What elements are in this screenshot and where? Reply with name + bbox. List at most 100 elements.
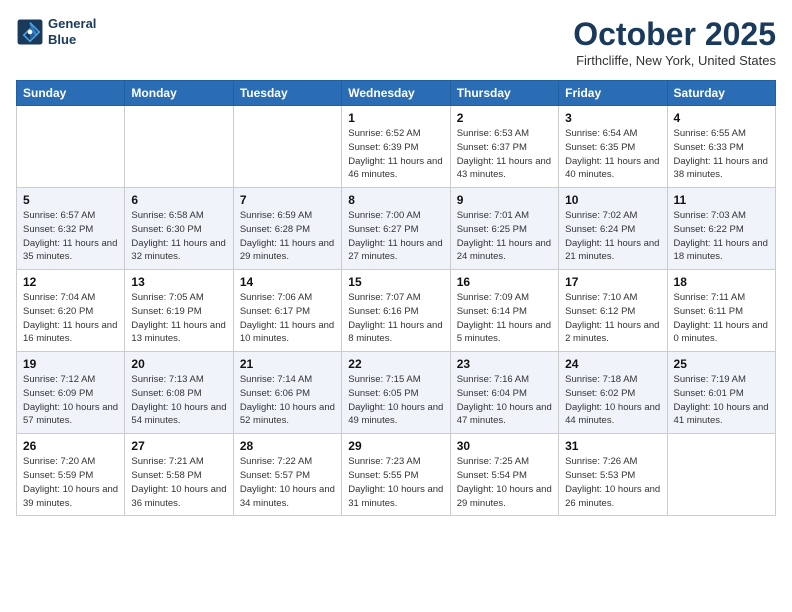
logo-icon	[16, 18, 44, 46]
day-info: Sunrise: 7:09 AMSunset: 6:14 PMDaylight:…	[457, 291, 552, 346]
weekday-header-friday: Friday	[559, 81, 667, 106]
calendar-cell: 15 Sunrise: 7:07 AMSunset: 6:16 PMDayligh…	[342, 270, 450, 352]
day-info: Sunrise: 7:03 AMSunset: 6:22 PMDaylight:…	[674, 209, 769, 264]
day-info: Sunrise: 7:04 AMSunset: 6:20 PMDaylight:…	[23, 291, 118, 346]
logo: General Blue	[16, 16, 96, 47]
title-block: October 2025 Firthcliffe, New York, Unit…	[573, 16, 776, 68]
weekday-header-monday: Monday	[125, 81, 233, 106]
calendar-cell	[233, 106, 341, 188]
day-info: Sunrise: 7:02 AMSunset: 6:24 PMDaylight:…	[565, 209, 660, 264]
day-info: Sunrise: 7:16 AMSunset: 6:04 PMDaylight:…	[457, 373, 552, 428]
day-number: 29	[348, 439, 443, 453]
month-title: October 2025	[573, 16, 776, 53]
calendar-cell: 3Sunrise: 6:54 AMSunset: 6:35 PMDaylight…	[559, 106, 667, 188]
logo-text: General Blue	[48, 16, 96, 47]
day-info: Sunrise: 7:23 AMSunset: 5:55 PMDaylight:…	[348, 455, 443, 510]
calendar-cell: 2Sunrise: 6:53 AMSunset: 6:37 PMDaylight…	[450, 106, 558, 188]
weekday-header-tuesday: Tuesday	[233, 81, 341, 106]
calendar-cell: 25 Sunrise: 7:19 AMSunset: 6:01 PMDayligh…	[667, 352, 775, 434]
day-number: 20	[131, 357, 226, 371]
day-number: 13	[131, 275, 226, 289]
day-info: Sunrise: 7:01 AMSunset: 6:25 PMDaylight:…	[457, 209, 552, 264]
weekday-header-saturday: Saturday	[667, 81, 775, 106]
calendar-cell	[667, 434, 775, 516]
day-number: 31	[565, 439, 660, 453]
day-number: 18	[674, 275, 769, 289]
calendar-cell: 20 Sunrise: 7:13 AMSunset: 6:08 PMDayligh…	[125, 352, 233, 434]
calendar-cell: 18 Sunrise: 7:11 AMSunset: 6:11 PMDayligh…	[667, 270, 775, 352]
day-number: 9	[457, 193, 552, 207]
calendar-week-row: 19Sunrise: 7:12 AMSunset: 6:09 PMDayligh…	[17, 352, 776, 434]
calendar-cell: 17Sunrise: 7:10 AMSunset: 6:12 PMDayligh…	[559, 270, 667, 352]
page-header: General Blue October 2025 Firthcliffe, N…	[16, 16, 776, 68]
day-info: Sunrise: 6:54 AMSunset: 6:35 PMDaylight:…	[565, 127, 660, 182]
calendar-week-row: 1 Sunrise: 6:52 AMSunset: 6:39 PMDaylight…	[17, 106, 776, 188]
weekday-header-sunday: Sunday	[17, 81, 125, 106]
calendar-cell: 16Sunrise: 7:09 AMSunset: 6:14 PMDayligh…	[450, 270, 558, 352]
day-number: 14	[240, 275, 335, 289]
day-number: 10	[565, 193, 660, 207]
calendar-cell: 13 Sunrise: 7:05 AMSunset: 6:19 PMDayligh…	[125, 270, 233, 352]
day-info: Sunrise: 6:55 AMSunset: 6:33 PMDaylight:…	[674, 127, 769, 182]
day-number: 23	[457, 357, 552, 371]
calendar-cell: 27 Sunrise: 7:21 AMSunset: 5:58 PMDayligh…	[125, 434, 233, 516]
calendar-cell: 29 Sunrise: 7:23 AMSunset: 5:55 PMDayligh…	[342, 434, 450, 516]
day-info: Sunrise: 7:07 AMSunset: 6:16 PMDaylight:…	[348, 291, 443, 346]
day-info: Sunrise: 7:14 AMSunset: 6:06 PMDaylight:…	[240, 373, 335, 428]
calendar-cell: 9 Sunrise: 7:01 AMSunset: 6:25 PMDaylight…	[450, 188, 558, 270]
day-number: 11	[674, 193, 769, 207]
calendar-cell: 22Sunrise: 7:15 AMSunset: 6:05 PMDayligh…	[342, 352, 450, 434]
day-info: Sunrise: 7:19 AMSunset: 6:01 PMDaylight:…	[674, 373, 769, 428]
day-number: 5	[23, 193, 118, 207]
day-number: 28	[240, 439, 335, 453]
day-number: 17	[565, 275, 660, 289]
day-number: 26	[23, 439, 118, 453]
day-number: 4	[674, 111, 769, 125]
day-number: 12	[23, 275, 118, 289]
location: Firthcliffe, New York, United States	[573, 53, 776, 68]
calendar-cell: 31Sunrise: 7:26 AMSunset: 5:53 PMDayligh…	[559, 434, 667, 516]
day-info: Sunrise: 6:53 AMSunset: 6:37 PMDaylight:…	[457, 127, 552, 182]
day-info: Sunrise: 7:21 AMSunset: 5:58 PMDaylight:…	[131, 455, 226, 510]
calendar-week-row: 12 Sunrise: 7:04 AMSunset: 6:20 PMDayligh…	[17, 270, 776, 352]
day-number: 21	[240, 357, 335, 371]
day-info: Sunrise: 7:12 AMSunset: 6:09 PMDaylight:…	[23, 373, 118, 428]
day-info: Sunrise: 6:57 AMSunset: 6:32 PMDaylight:…	[23, 209, 118, 264]
logo-line2: Blue	[48, 32, 76, 47]
calendar-cell: 21 Sunrise: 7:14 AMSunset: 6:06 PMDayligh…	[233, 352, 341, 434]
day-number: 27	[131, 439, 226, 453]
day-info: Sunrise: 7:20 AMSunset: 5:59 PMDaylight:…	[23, 455, 118, 510]
calendar-cell: 26 Sunrise: 7:20 AMSunset: 5:59 PMDayligh…	[17, 434, 125, 516]
weekday-header-thursday: Thursday	[450, 81, 558, 106]
calendar-cell: 10 Sunrise: 7:02 AMSunset: 6:24 PMDayligh…	[559, 188, 667, 270]
calendar-cell: 1 Sunrise: 6:52 AMSunset: 6:39 PMDaylight…	[342, 106, 450, 188]
day-info: Sunrise: 7:25 AMSunset: 5:54 PMDaylight:…	[457, 455, 552, 510]
calendar-cell: 24Sunrise: 7:18 AMSunset: 6:02 PMDayligh…	[559, 352, 667, 434]
calendar-cell: 6Sunrise: 6:58 AMSunset: 6:30 PMDaylight…	[125, 188, 233, 270]
day-info: Sunrise: 7:06 AMSunset: 6:17 PMDaylight:…	[240, 291, 335, 346]
calendar-cell: 7Sunrise: 6:59 AMSunset: 6:28 PMDaylight…	[233, 188, 341, 270]
calendar-cell	[17, 106, 125, 188]
calendar-cell: 19Sunrise: 7:12 AMSunset: 6:09 PMDayligh…	[17, 352, 125, 434]
day-info: Sunrise: 7:05 AMSunset: 6:19 PMDaylight:…	[131, 291, 226, 346]
calendar-cell: 12 Sunrise: 7:04 AMSunset: 6:20 PMDayligh…	[17, 270, 125, 352]
calendar-cell: 14 Sunrise: 7:06 AMSunset: 6:17 PMDayligh…	[233, 270, 341, 352]
day-info: Sunrise: 7:00 AMSunset: 6:27 PMDaylight:…	[348, 209, 443, 264]
logo-line1: General	[48, 16, 96, 31]
calendar-cell: 28Sunrise: 7:22 AMSunset: 5:57 PMDayligh…	[233, 434, 341, 516]
day-number: 15	[348, 275, 443, 289]
day-info: Sunrise: 7:11 AMSunset: 6:11 PMDaylight:…	[674, 291, 769, 346]
day-info: Sunrise: 6:52 AMSunset: 6:39 PMDaylight:…	[348, 127, 443, 182]
day-number: 1	[348, 111, 443, 125]
calendar-table: SundayMondayTuesdayWednesdayThursdayFrid…	[16, 80, 776, 516]
calendar-cell: 4 Sunrise: 6:55 AMSunset: 6:33 PMDaylight…	[667, 106, 775, 188]
day-number: 25	[674, 357, 769, 371]
calendar-cell: 5 Sunrise: 6:57 AMSunset: 6:32 PMDaylight…	[17, 188, 125, 270]
day-info: Sunrise: 6:58 AMSunset: 6:30 PMDaylight:…	[131, 209, 226, 264]
calendar-cell	[125, 106, 233, 188]
day-info: Sunrise: 7:15 AMSunset: 6:05 PMDaylight:…	[348, 373, 443, 428]
weekday-header-wednesday: Wednesday	[342, 81, 450, 106]
day-info: Sunrise: 7:13 AMSunset: 6:08 PMDaylight:…	[131, 373, 226, 428]
weekday-header-row: SundayMondayTuesdayWednesdayThursdayFrid…	[17, 81, 776, 106]
calendar-week-row: 5 Sunrise: 6:57 AMSunset: 6:32 PMDaylight…	[17, 188, 776, 270]
